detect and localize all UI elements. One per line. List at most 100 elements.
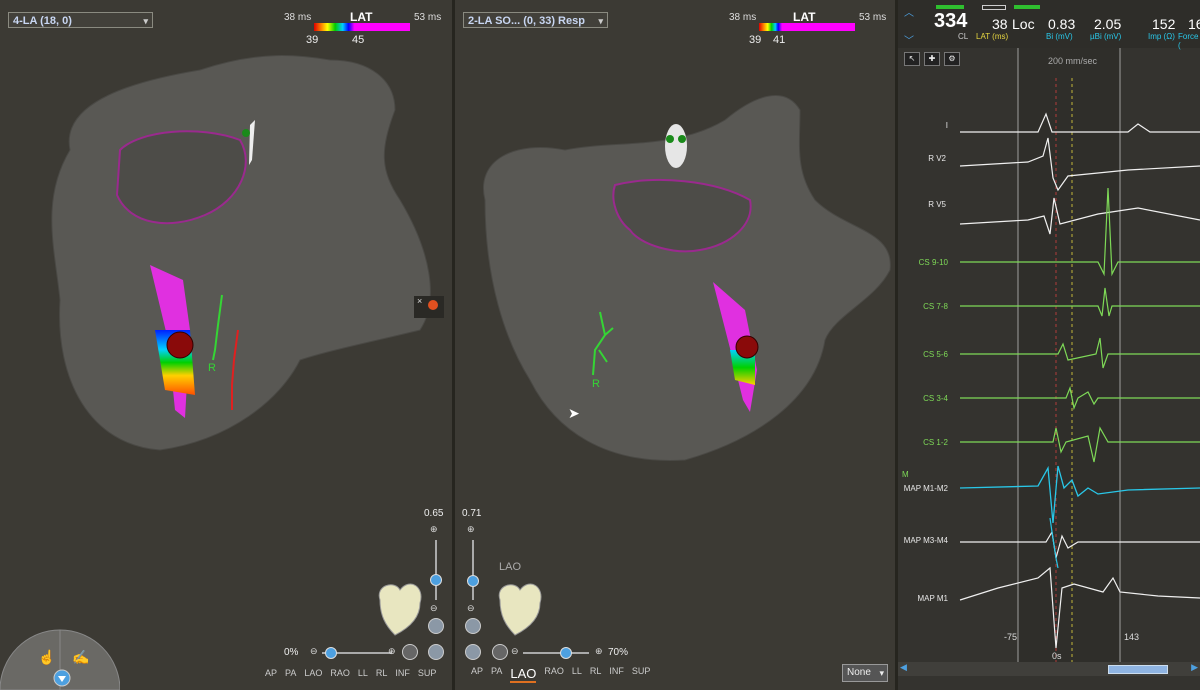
view-rl[interactable]: RL xyxy=(590,666,602,683)
plus-icon[interactable]: ⊕ xyxy=(467,524,475,535)
bi-unit: Bi (mV) xyxy=(1046,32,1073,41)
navigation-wheel[interactable]: ☝ ✍ xyxy=(0,626,120,690)
minus-icon[interactable]: ⊖ xyxy=(467,603,475,614)
view-rl[interactable]: RL xyxy=(376,668,388,678)
view-pa[interactable]: PA xyxy=(285,668,296,678)
view-ll[interactable]: LL xyxy=(572,666,582,683)
heart-toggle-button[interactable] xyxy=(465,618,481,634)
view-inf[interactable]: INF xyxy=(609,666,624,683)
caliper-left: -75 xyxy=(1004,632,1018,642)
target-icon[interactable] xyxy=(428,300,438,310)
zoom-value: 70% xyxy=(608,647,629,658)
view-inf[interactable]: INF xyxy=(395,668,410,678)
view-lao[interactable]: LAO xyxy=(510,666,537,683)
channel-label-i: I xyxy=(945,121,948,130)
reset-view-button[interactable] xyxy=(428,644,444,660)
sweep-speed: 200 mm/sec xyxy=(1048,56,1098,66)
opacity-track[interactable] xyxy=(472,540,474,600)
plus-icon[interactable]: ⊕ xyxy=(430,524,438,535)
channel-label-v2: R V2 xyxy=(928,154,946,163)
caliper-right: 143 xyxy=(1124,632,1140,642)
lat-high-value[interactable]: 41 xyxy=(773,34,785,46)
channel-group-label: M xyxy=(902,470,909,479)
opacity-value: 0.65 xyxy=(424,508,444,519)
zoom-out-icon[interactable]: ⊖ xyxy=(310,646,318,657)
chevron-down-icon: ▾ xyxy=(598,16,603,26)
patient-head-icon xyxy=(665,124,687,168)
view-buttons-right: AP PA LAO RAO LL RL INF SUP xyxy=(471,666,650,683)
view-lao[interactable]: LAO xyxy=(304,668,322,678)
view-ap[interactable]: AP xyxy=(265,668,277,678)
lat-colorbar-right[interactable]: 38 ms LAT 53 ms 39 41 xyxy=(725,9,895,49)
imp-unit: Imp (Ω) xyxy=(1148,32,1175,41)
annotate-tool-icon[interactable]: ✚ xyxy=(924,52,940,66)
opacity-knob[interactable] xyxy=(430,574,442,586)
lat-unit: LAT (ms) xyxy=(976,32,1009,41)
channel-label-map12: MAP M1-M2 xyxy=(903,484,948,493)
rotate-button[interactable] xyxy=(402,644,418,660)
reset-view-button[interactable] xyxy=(465,644,481,660)
zoom-in-icon[interactable]: ⊕ xyxy=(595,646,603,657)
view-sup[interactable]: SUP xyxy=(418,668,437,678)
view-sup[interactable]: SUP xyxy=(632,666,651,683)
signal-bar xyxy=(936,5,964,9)
lat-value: 38 xyxy=(992,16,1008,32)
catheter-tip[interactable] xyxy=(735,335,759,359)
zoom-in-icon[interactable]: ⊕ xyxy=(388,646,396,657)
view-pa[interactable]: PA xyxy=(491,666,502,683)
ecg-header: ︿ ﹀ 334 CL 38 LAT (ms) Loc 0.83 Bi (mV) … xyxy=(898,0,1200,50)
zoom-slider-track[interactable] xyxy=(523,652,589,654)
lat-high-value[interactable]: 45 xyxy=(352,34,364,46)
signal-bar xyxy=(1014,5,1040,9)
map-toolbox[interactable]: × xyxy=(414,296,444,318)
view-ll[interactable]: LL xyxy=(358,668,368,678)
map-select-label: 4-LA (18, 0) xyxy=(13,15,72,27)
map-view-left[interactable]: R 4-LA (18, 0) ▾ 38 ms LAT 53 ms 39 45 ×… xyxy=(0,0,452,690)
scroll-left-icon[interactable]: ◀ xyxy=(900,662,907,673)
zoom-value: 0% xyxy=(284,647,299,658)
zoom-knob[interactable] xyxy=(560,647,572,659)
none-select[interactable]: None ▾ xyxy=(842,664,888,682)
lat-low-value[interactable]: 39 xyxy=(749,34,761,46)
lat-title: LAT xyxy=(350,10,373,24)
view-rao[interactable]: RAO xyxy=(330,668,350,678)
pointer-tool-icon[interactable]: ↖ xyxy=(904,52,920,66)
lat-min-label: 38 ms xyxy=(284,12,312,23)
zoom-out-icon[interactable]: ⊖ xyxy=(511,646,519,657)
ecg-panel[interactable]: ︿ ﹀ 334 CL 38 LAT (ms) Loc 0.83 Bi (mV) … xyxy=(898,0,1200,690)
catheter-tip[interactable] xyxy=(166,331,194,359)
lat-min-label: 38 ms xyxy=(729,12,757,23)
chevron-up-icon[interactable]: ︿ xyxy=(904,4,914,19)
marker-label-r: R xyxy=(208,362,216,374)
view-rao[interactable]: RAO xyxy=(544,666,564,683)
channel-label-cs910: CS 9-10 xyxy=(918,258,948,267)
opacity-track[interactable] xyxy=(435,540,437,600)
zoom-knob[interactable] xyxy=(325,647,337,659)
close-icon[interactable]: × xyxy=(417,296,422,306)
map-select-right[interactable]: 2-LA SO... (0, 33) Resp ▾ xyxy=(463,12,608,28)
minus-icon[interactable]: ⊖ xyxy=(430,603,438,614)
cl-unit: CL xyxy=(958,32,969,41)
view-ap[interactable]: AP xyxy=(471,666,483,683)
electrode-marker xyxy=(242,129,250,137)
view-buttons-left: AP PA LAO RAO LL RL INF SUP xyxy=(265,668,436,678)
chevron-down-icon[interactable]: ﹀ xyxy=(904,32,914,47)
map-select-left[interactable]: 4-LA (18, 0) ▾ xyxy=(8,12,153,28)
opacity-knob[interactable] xyxy=(467,575,479,587)
scroll-right-icon[interactable]: ▶ xyxy=(1191,662,1198,673)
lat-colorbar-left[interactable]: 38 ms LAT 53 ms 39 45 xyxy=(280,9,452,49)
lat-low-value[interactable]: 39 xyxy=(306,34,318,46)
signal-bar xyxy=(982,5,1006,10)
heart-toggle-button[interactable] xyxy=(428,618,444,634)
chevron-down-icon: ▾ xyxy=(879,668,884,678)
heart-orientation-icon[interactable] xyxy=(370,575,430,637)
map-view-right[interactable]: R ➤ 2-LA SO... (0, 33) Resp ▾ 38 ms LAT … xyxy=(455,0,895,690)
lat-title: LAT xyxy=(793,10,816,24)
marker-label-r: R xyxy=(592,378,600,390)
heart-orientation-icon[interactable] xyxy=(490,575,550,637)
rotate-button[interactable] xyxy=(492,644,508,660)
channel-label-cs56: CS 5-6 xyxy=(923,350,948,359)
settings-tool-icon[interactable]: ⚙ xyxy=(944,52,960,66)
opacity-value: 0.71 xyxy=(462,508,482,519)
scrollbar-thumb[interactable] xyxy=(1108,665,1168,674)
